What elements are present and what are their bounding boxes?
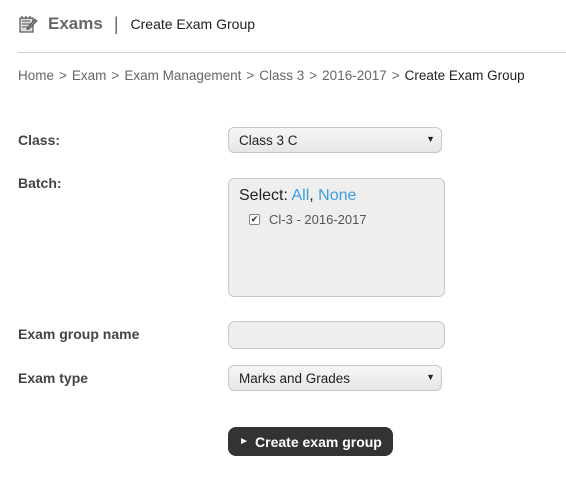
breadcrumb-exam-management[interactable]: Exam Management: [124, 68, 241, 83]
batch-list: Select: All, None ✔ Cl-3 - 2016-2017: [228, 178, 445, 297]
breadcrumb-exam[interactable]: Exam: [72, 68, 107, 83]
class-label: Class:: [18, 132, 61, 148]
exam-type-label: Exam type: [18, 370, 89, 386]
breadcrumb-current: Create Exam Group: [404, 68, 525, 83]
breadcrumb-separator: >: [59, 68, 67, 83]
play-icon: ►: [239, 436, 250, 447]
breadcrumb-class[interactable]: Class 3: [259, 68, 304, 83]
chevron-down-icon: ▼: [426, 134, 435, 144]
breadcrumb-year[interactable]: 2016-2017: [322, 68, 387, 83]
breadcrumb-separator: >: [391, 68, 400, 83]
breadcrumb-separator: >: [111, 68, 120, 83]
select-comma: ,: [309, 187, 314, 204]
page-title: Exams: [48, 14, 103, 33]
header-divider: [18, 52, 566, 53]
batch-item-label: Cl-3 - 2016-2017: [269, 212, 367, 227]
page-header: Exams | Create Exam Group: [18, 12, 255, 36]
batch-select-controls: Select: All, None: [239, 187, 356, 205]
select-none-link[interactable]: None: [318, 187, 356, 204]
notepad-pencil-icon: [18, 14, 38, 34]
breadcrumb-home[interactable]: Home: [18, 68, 54, 83]
header-separator: |: [113, 13, 119, 34]
exam-type-select-value: Marks and Grades: [239, 370, 351, 386]
create-exam-group-label: Create exam group: [255, 433, 382, 450]
class-select[interactable]: Class 3 C ▼: [228, 127, 442, 153]
exam-type-select[interactable]: Marks and Grades ▼: [228, 365, 442, 391]
batch-checkbox[interactable]: ✔: [249, 214, 260, 225]
chevron-down-icon: ▼: [426, 372, 435, 382]
breadcrumb: Home > Exam > Exam Management > Class 3 >2016-2…: [18, 68, 525, 83]
exam-group-name-label: Exam group name: [18, 326, 140, 342]
create-exam-group-button[interactable]: ► Create exam group: [228, 427, 393, 456]
breadcrumb-separator: >: [246, 68, 255, 83]
exam-group-name-input[interactable]: [228, 321, 445, 349]
breadcrumb-separator: >: [309, 68, 318, 83]
class-select-value: Class 3 C: [239, 132, 298, 148]
batch-label: Batch:: [18, 175, 62, 191]
batch-select-prefix: Select:: [239, 187, 288, 204]
batch-item[interactable]: ✔ Cl-3 - 2016-2017: [249, 212, 367, 227]
select-all-link[interactable]: All: [291, 187, 309, 204]
page-subtitle: Create Exam Group: [130, 16, 256, 32]
